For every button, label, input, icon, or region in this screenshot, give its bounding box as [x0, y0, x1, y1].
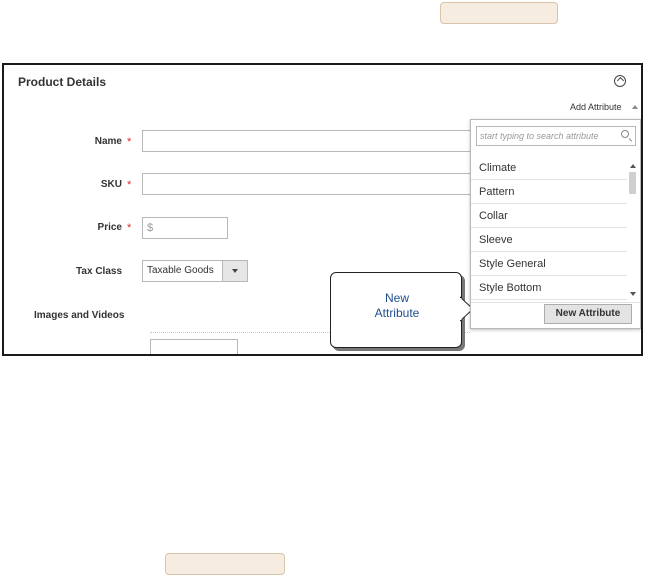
- new-attribute-button[interactable]: New Attribute: [544, 304, 632, 324]
- list-item[interactable]: Climate: [471, 156, 627, 180]
- collapse-icon[interactable]: [614, 75, 626, 87]
- price-input[interactable]: $: [142, 217, 228, 239]
- section-title: Product Details: [18, 75, 107, 89]
- sku-label: SKU: [100, 179, 122, 190]
- sku-input[interactable]: [142, 173, 474, 195]
- required-indicator: *: [127, 136, 132, 148]
- attribute-dropdown: start typing to search attribute Climate…: [470, 119, 641, 329]
- image-upload-box[interactable]: [150, 339, 238, 354]
- required-indicator: *: [127, 179, 132, 191]
- list-item[interactable]: Pattern: [471, 180, 627, 204]
- callout-line-1: New: [384, 291, 409, 305]
- tax-class-label: Tax Class: [76, 266, 122, 277]
- attribute-search-input[interactable]: start typing to search attribute: [476, 126, 636, 146]
- scrollbar-thumb[interactable]: [629, 172, 636, 194]
- product-details-panel: Product Details Add Attribute Name * SKU…: [2, 63, 643, 356]
- highlight-marker-top: [440, 2, 558, 24]
- caret-up-icon[interactable]: [632, 105, 638, 109]
- list-item[interactable]: Style General: [471, 252, 627, 276]
- tax-class-select[interactable]: Taxable Goods: [142, 260, 248, 282]
- add-attribute-link[interactable]: Add Attribute: [570, 102, 622, 112]
- currency-prefix: $: [147, 222, 154, 234]
- scrollbar[interactable]: [628, 156, 638, 302]
- callout-line-2: Attribute: [374, 306, 420, 320]
- name-input[interactable]: [142, 130, 474, 152]
- highlight-marker-bottom: [165, 553, 285, 575]
- search-icon[interactable]: [621, 130, 629, 138]
- callout-text: New Attribute: [331, 291, 463, 321]
- scroll-up-icon[interactable]: [630, 164, 636, 168]
- list-item[interactable]: Collar: [471, 204, 627, 228]
- price-label: Price: [97, 222, 122, 233]
- scroll-down-icon[interactable]: [630, 292, 636, 296]
- attribute-list: Climate Pattern Collar Sleeve Style Gene…: [471, 156, 627, 302]
- tax-class-value: Taxable Goods: [147, 265, 214, 276]
- images-and-videos-label: Images and Videos: [34, 310, 125, 321]
- list-item[interactable]: Sleeve: [471, 228, 627, 252]
- required-indicator: *: [127, 222, 132, 234]
- list-item[interactable]: Style Bottom: [471, 276, 627, 300]
- new-attribute-callout: New Attribute: [330, 272, 462, 348]
- divider: [471, 302, 640, 303]
- name-label: Name: [94, 136, 122, 147]
- chevron-down-icon[interactable]: [222, 261, 247, 281]
